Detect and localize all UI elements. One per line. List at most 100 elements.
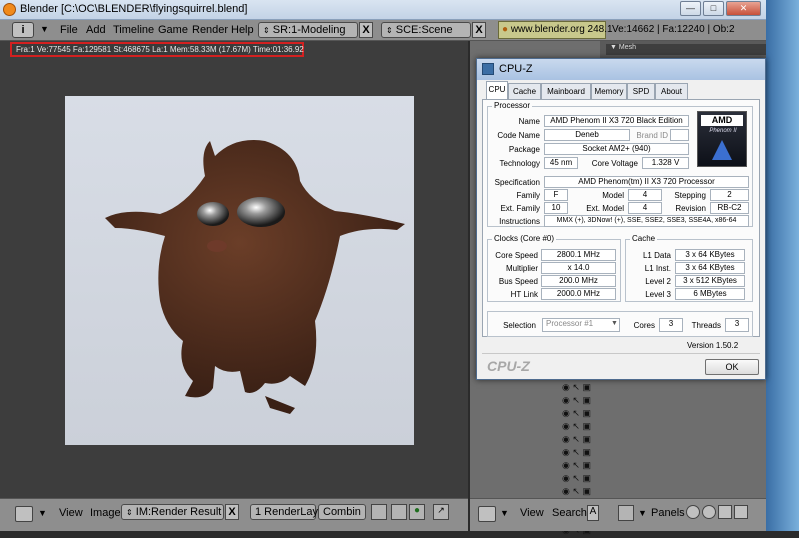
- image-selector[interactable]: ⇕ IM:Render Result: [121, 504, 224, 520]
- eye-icon[interactable]: ◉: [562, 408, 570, 418]
- arrow-cursor-icon[interactable]: ↖: [572, 486, 580, 496]
- unlink-image-button[interactable]: X: [225, 504, 239, 520]
- panel-tab-label: Mesh: [618, 44, 636, 51]
- render-layer-selector[interactable]: 1 RenderLay: [250, 504, 318, 520]
- menu-timeline[interactable]: Timeline: [113, 24, 154, 36]
- screen-selector[interactable]: ⇕ SR:1-Modeling: [258, 22, 358, 38]
- outliner-collapse-icon[interactable]: ▼: [500, 508, 509, 518]
- arrow-cursor-icon[interactable]: ↖: [572, 408, 580, 418]
- render-camera-icon[interactable]: ▣: [582, 473, 591, 483]
- image-name: IM:Render Result: [135, 506, 222, 518]
- render-camera-icon[interactable]: ▣: [582, 421, 591, 431]
- render-camera-icon[interactable]: ▣: [582, 382, 591, 392]
- menu-file[interactable]: File: [60, 24, 78, 36]
- stepping-label: Stepping: [674, 191, 706, 200]
- arrow-icon[interactable]: ↗: [433, 504, 449, 520]
- outliner-type-icon[interactable]: [478, 506, 496, 522]
- shading-icon[interactable]: [686, 505, 700, 519]
- collapse-icon[interactable]: ▼: [38, 508, 47, 518]
- menu-view[interactable]: View: [59, 507, 83, 519]
- tab-about[interactable]: About: [655, 83, 688, 99]
- outliner-row[interactable]: ◉ ↖ ▣: [540, 447, 630, 460]
- arrow-cursor-icon[interactable]: ↖: [572, 473, 580, 483]
- package-value: Socket AM2+ (940): [544, 143, 689, 155]
- menu-panels[interactable]: Panels: [651, 507, 685, 519]
- tab-cache[interactable]: Cache: [508, 83, 541, 99]
- processor-select[interactable]: Processor #1: [542, 318, 620, 332]
- ext-family-label: Ext. Family: [500, 204, 540, 213]
- arrow-cursor-icon[interactable]: ↖: [572, 447, 580, 457]
- window-type-icon[interactable]: i: [12, 22, 34, 38]
- outliner-row[interactable]: ◉ ↖ ▣: [540, 421, 630, 434]
- outliner-menu-view[interactable]: View: [520, 507, 544, 519]
- outliner-menu-search[interactable]: Search: [552, 507, 587, 519]
- restrict-icon[interactable]: [391, 504, 407, 520]
- eye-icon[interactable]: ◉: [562, 434, 570, 444]
- object-icon[interactable]: [702, 505, 716, 519]
- arrow-cursor-icon[interactable]: ↖: [572, 434, 580, 444]
- scene-icon[interactable]: [734, 505, 748, 519]
- panel-tab-mesh[interactable]: ▼ Mesh: [606, 44, 791, 55]
- edit-icon[interactable]: [718, 505, 732, 519]
- render-pass-selector[interactable]: Combin: [318, 504, 366, 520]
- tab-cpu[interactable]: CPU: [486, 81, 508, 99]
- render-camera-icon[interactable]: ▣: [582, 460, 591, 470]
- outliner-header: ▼ View Search A ▼ Panels: [470, 498, 766, 531]
- menu-render[interactable]: Render: [192, 24, 228, 36]
- stepping-value: 2: [710, 189, 749, 201]
- eye-icon[interactable]: ◉: [562, 486, 570, 496]
- cpuz-app-icon: [482, 63, 494, 75]
- blender-menu-header: i ▼ File Add Timeline Game Render Help ⇕…: [0, 20, 799, 41]
- outliner-a-button[interactable]: A: [587, 505, 599, 521]
- panels-collapse-icon[interactable]: ▼: [638, 508, 647, 518]
- menu-game[interactable]: Game: [158, 24, 188, 36]
- eye-icon[interactable]: ◉: [562, 460, 570, 470]
- pin-icon[interactable]: [371, 504, 387, 520]
- panels-editor-icon[interactable]: [618, 505, 634, 521]
- maximize-button[interactable]: □: [703, 1, 724, 16]
- render-camera-icon[interactable]: ▣: [582, 395, 591, 405]
- outliner-row[interactable]: ◉ ↖ ▣: [540, 408, 630, 421]
- render-camera-icon[interactable]: ▣: [582, 434, 591, 444]
- delete-scene-button[interactable]: X: [472, 22, 486, 38]
- eye-icon[interactable]: ◉: [562, 473, 570, 483]
- dropdown-arrow-icon[interactable]: ▼: [611, 320, 618, 327]
- outliner-row[interactable]: ◉ ↖ ▣: [540, 473, 630, 486]
- flying-squirrel-render: [105, 140, 405, 414]
- outliner-row[interactable]: ◉ ↖ ▣: [540, 460, 630, 473]
- collapse-menu-icon[interactable]: ▼: [40, 24, 49, 34]
- arrow-cursor-icon[interactable]: ↖: [572, 395, 580, 405]
- tab-memory[interactable]: Memory: [591, 83, 627, 99]
- eye-icon[interactable]: ◉: [562, 382, 570, 392]
- delete-screen-button[interactable]: X: [359, 22, 373, 38]
- minimize-button[interactable]: —: [680, 1, 701, 16]
- ok-button[interactable]: OK: [705, 359, 759, 375]
- eye-icon[interactable]: ◉: [562, 395, 570, 405]
- arrow-cursor-icon[interactable]: ↖: [572, 421, 580, 431]
- outliner-row[interactable]: ◉ ↖ ▣: [540, 395, 630, 408]
- menu-help[interactable]: Help: [231, 24, 254, 36]
- cores-value: 3: [659, 318, 683, 332]
- eye-icon[interactable]: ◉: [562, 421, 570, 431]
- outliner-row[interactable]: ◉ ↖ ▣: [540, 382, 630, 395]
- render-camera-icon[interactable]: ▣: [582, 486, 591, 496]
- arrow-cursor-icon[interactable]: ↖: [572, 460, 580, 470]
- eye-icon[interactable]: ◉: [562, 447, 570, 457]
- render-camera-icon[interactable]: ▣: [582, 447, 591, 457]
- arrow-cursor-icon[interactable]: ↖: [572, 382, 580, 392]
- scene-selector[interactable]: ⇕ SCE:Scene: [381, 22, 471, 38]
- threads-label: Threads: [691, 321, 721, 330]
- outliner-row[interactable]: ◉ ↖ ▣: [540, 434, 630, 447]
- tab-mainboard[interactable]: Mainboard: [541, 83, 591, 99]
- menu-image[interactable]: Image: [90, 507, 121, 519]
- tab-spd[interactable]: SPD: [627, 83, 655, 99]
- squirrel-foot: [265, 396, 295, 414]
- paint-icon[interactable]: ●: [409, 504, 425, 520]
- close-window-button[interactable]: ✕: [726, 1, 761, 16]
- menu-add[interactable]: Add: [86, 24, 106, 36]
- render-result-image: [65, 96, 414, 445]
- l1-data-label: L1 Data: [642, 251, 671, 260]
- name-label: Name: [518, 117, 540, 126]
- render-camera-icon[interactable]: ▣: [582, 408, 591, 418]
- editor-type-icon[interactable]: [15, 506, 33, 522]
